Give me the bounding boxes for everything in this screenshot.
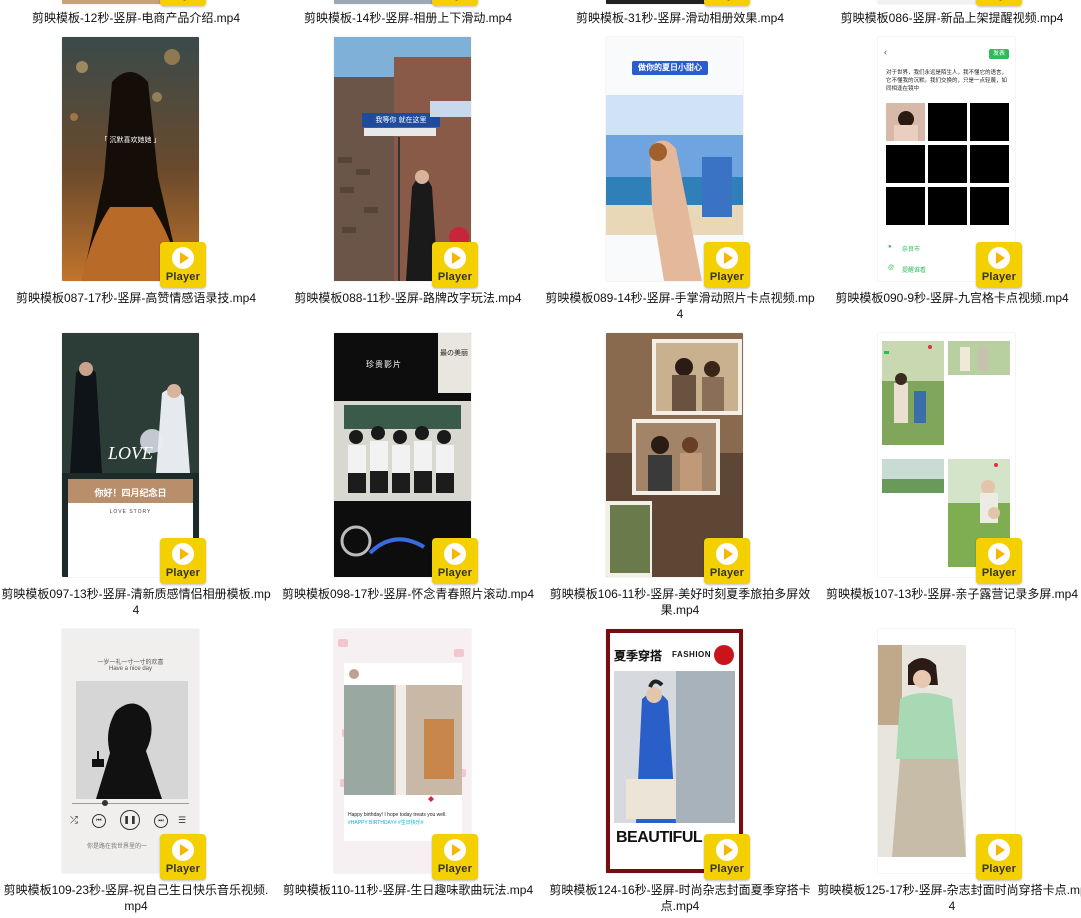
file-item[interactable]: Happy birthday! I hope today treats you …: [272, 629, 544, 918]
player-badge[interactable]: Player: [704, 242, 750, 288]
play-icon: [444, 839, 466, 861]
file-item[interactable]: 我等你 就在这里 Player 剪映模板088-11秒-竖屏-路牌改字玩法.mp…: [272, 37, 544, 327]
file-name[interactable]: 剪映模板097-13秒-竖屏-清新质感情侣相册模板.mp4: [0, 586, 272, 618]
file-name[interactable]: 剪映模板109-23秒-竖屏-祝自己生日快乐音乐视频.mp4: [0, 882, 272, 914]
thumbnail-text: 「 沉默喜欢她她 」: [100, 137, 161, 144]
player-badge[interactable]: Player: [432, 538, 478, 584]
play-icon: [988, 247, 1010, 269]
publish-button: 发表: [989, 49, 1009, 59]
file-name[interactable]: 剪映模板124-16秒-竖屏-时尚杂志封面夏季穿搭卡点.mp4: [544, 882, 816, 914]
file-name[interactable]: 剪映模板-14秒-竖屏-相册上下滑动.mp4: [272, 10, 544, 26]
previous-icon: ⏮: [92, 814, 106, 828]
file-name[interactable]: 剪映模板088-11秒-竖屏-路牌改字玩法.mp4: [272, 290, 544, 306]
shuffle-icon: ⤮: [70, 815, 78, 826]
file-item[interactable]: Player 剪映模板106-11秒-竖屏-美好时刻夏季旅拍多屏效果.mp4: [544, 333, 816, 623]
thumbnail-hashtags: #HAPPY BIRTHDAY# #生日快乐#: [348, 820, 424, 826]
play-icon: [172, 839, 194, 861]
file-item[interactable]: 做你的夏日小甜心 Player 剪映模板089-14秒-竖屏-手掌滑动照片卡点视…: [544, 37, 816, 327]
play-icon: [988, 839, 1010, 861]
file-item[interactable]: Player 剪映模板-12秒-竖屏-电商产品介绍.mp4: [0, 0, 272, 28]
thumbnail-side-text: 最の美丽: [440, 350, 468, 357]
thumbnail-text: 珍贵影片: [366, 360, 402, 369]
file-name[interactable]: 剪映模板086-竖屏-新品上架提醒视频.mp4: [816, 10, 1081, 26]
player-badge[interactable]: Player: [976, 538, 1022, 584]
player-badge[interactable]: Player: [976, 242, 1022, 288]
file-item[interactable]: 夏季穿搭 FASHION BEAUTIFUL Player 剪映模板124-16…: [544, 629, 816, 918]
player-badge[interactable]: Player: [432, 834, 478, 880]
play-icon: [988, 543, 1010, 565]
thumbnail-subtitle: FASHION: [672, 650, 712, 659]
file-name[interactable]: 剪映模板106-11秒-竖屏-美好时刻夏季旅拍多屏效果.mp4: [544, 586, 816, 618]
play-icon: [716, 839, 738, 861]
play-icon: [444, 247, 466, 269]
file-item[interactable]: 「 沉默喜欢她她 」 Player 剪映模板087-17秒-竖屏-高赞情感语录技…: [0, 37, 272, 327]
play-icon: [172, 543, 194, 565]
mention-icon: @: [888, 265, 895, 271]
player-badge[interactable]: Player: [160, 834, 206, 880]
thumbnail-text: 我等你 就在这里: [375, 117, 427, 124]
thumbnail-art: [76, 681, 188, 799]
player-badge[interactable]: Player: [160, 0, 206, 6]
player-badge[interactable]: Player: [704, 0, 750, 6]
player-badge[interactable]: Player: [160, 242, 206, 288]
thumbnail-text: 做你的夏日小甜心: [638, 63, 702, 72]
thumbnail-text: Happy birthday! I hope today treats you …: [348, 812, 447, 818]
player-badge[interactable]: Player: [704, 538, 750, 584]
file-item[interactable]: 一岁一礼一寸一寸的欢喜 Have a nice day ⤮ ⏮ ❚❚ ⏭ ☰ 你…: [0, 629, 272, 918]
thumbnail-title: 夏季穿搭: [614, 649, 663, 663]
player-badge[interactable]: Player: [976, 834, 1022, 880]
location-label: 奈良市: [902, 247, 921, 253]
play-icon: [172, 247, 194, 269]
progress-track: [72, 803, 189, 804]
mention-label: 提醒谁看: [902, 268, 927, 274]
file-item[interactable]: Player 剪映模板-14秒-竖屏-相册上下滑动.mp4: [272, 0, 544, 28]
play-icon: [444, 543, 466, 565]
file-name[interactable]: 剪映模板110-11秒-竖屏-生日趣味歌曲玩法.mp4: [272, 882, 544, 898]
file-item[interactable]: ‹ 发表 对于世界，我们永远是陌生人，我不懂它的语言，它不懂我的沉默。我们交换的…: [816, 37, 1081, 327]
player-badge[interactable]: Player: [432, 0, 478, 6]
back-icon: ‹: [884, 47, 887, 57]
file-item[interactable]: Player 剪映模板107-13秒-竖屏-亲子露营记录多屏.mp4: [816, 333, 1081, 623]
file-name[interactable]: 剪映模板090-9秒-竖屏-九宫格卡点视频.mp4: [816, 290, 1081, 306]
thumbnail-text: 对于世界，我们永远是陌生人，我不懂它的语言，它不懂我的沉默。我们交换的，只是一点…: [886, 70, 1008, 92]
file-item[interactable]: Player 剪映模板-31秒-竖屏-滑动相册效果.mp4: [544, 0, 816, 28]
file-item[interactable]: 珍贵影片 最の美丽 Player 剪映模板098-17秒-竖屏-怀念青春照片滚动…: [272, 333, 544, 623]
player-badge[interactable]: Player: [976, 0, 1022, 6]
thumbnail-subtitle: LOVE STORY: [109, 509, 152, 515]
player-badge[interactable]: Player: [160, 538, 206, 584]
thumbnail-text: 一岁一礼一寸一寸的欢喜: [97, 660, 164, 666]
thumbnail-text: 你好！四月纪念日: [94, 488, 167, 498]
player-badge[interactable]: Player: [432, 242, 478, 288]
file-name[interactable]: 剪映模板089-14秒-竖屏-手掌滑动照片卡点视频.mp4: [544, 290, 816, 322]
pause-icon: ❚❚: [120, 810, 140, 830]
thumbnail-footer: 你是路在我世界里的一: [86, 844, 147, 850]
file-item[interactable]: Player 剪映模板125-17秒-竖屏-杂志封面时尚穿搭卡点.mp4: [816, 629, 1081, 918]
file-name[interactable]: 剪映模板087-17秒-竖屏-高赞情感语录技.mp4: [0, 290, 272, 306]
progress-handle: [102, 800, 108, 806]
next-icon: ⏭: [154, 814, 168, 828]
play-icon: [716, 247, 738, 269]
thumbnail-title: LOVE: [108, 443, 153, 463]
file-name[interactable]: 剪映模板098-17秒-竖屏-怀念青春照片滚动.mp4: [272, 586, 544, 602]
file-name[interactable]: 剪映模板107-13秒-竖屏-亲子露营记录多屏.mp4: [816, 586, 1081, 602]
file-name[interactable]: 剪映模板125-17秒-竖屏-杂志封面时尚穿搭卡点.mp4: [816, 882, 1081, 914]
file-item[interactable]: LOVE 你好！四月纪念日 LOVE STORY Player 剪映模板097-…: [0, 333, 272, 623]
file-grid: Player 剪映模板-12秒-竖屏-电商产品介绍.mp4 Player 剪映模…: [0, 0, 1081, 918]
file-name[interactable]: 剪映模板-12秒-竖屏-电商产品介绍.mp4: [0, 10, 272, 26]
location-icon: ●: [888, 244, 892, 250]
nine-grid: [886, 103, 1009, 225]
play-icon: [716, 543, 738, 565]
file-item[interactable]: Player 剪映模板086-竖屏-新品上架提醒视频.mp4: [816, 0, 1081, 28]
thumbnail-subtitle: Have a nice day: [108, 666, 153, 672]
playlist-icon: ☰: [178, 815, 187, 825]
player-badge[interactable]: Player: [704, 834, 750, 880]
file-name[interactable]: 剪映模板-31秒-竖屏-滑动相册效果.mp4: [544, 10, 816, 26]
